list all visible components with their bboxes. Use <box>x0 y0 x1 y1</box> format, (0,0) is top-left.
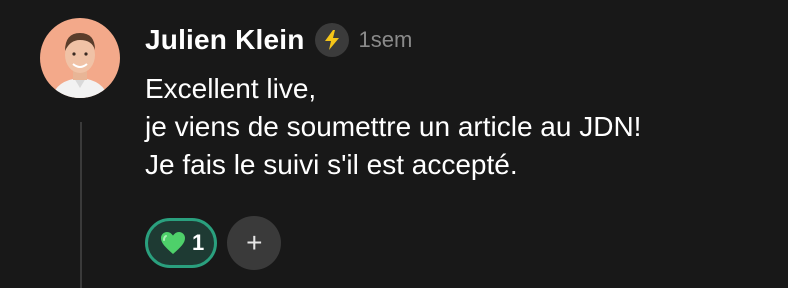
reaction-green-heart[interactable]: 1 <box>145 218 218 268</box>
reactions-bar: 1 + <box>145 216 282 270</box>
lightning-badge <box>314 23 349 57</box>
reaction-count: 1 <box>192 230 205 255</box>
author-name[interactable]: Julien Klein <box>145 24 305 56</box>
comment-line: Excellent live, <box>145 73 317 104</box>
thread-line <box>80 122 82 288</box>
plus-icon: + <box>246 227 263 258</box>
lightning-icon <box>324 30 339 50</box>
comment-header: Julien Klein 1sem <box>145 20 412 60</box>
comment-body: Excellent live, je viens de soumettre un… <box>145 70 641 184</box>
comment: Julien Klein 1sem Excellent live, je vie… <box>0 0 788 288</box>
comment-line: Je fais le suivi s'il est accepté. <box>145 149 518 180</box>
green-heart-icon <box>161 232 185 254</box>
add-reaction-button[interactable]: + <box>227 216 282 270</box>
avatar-image <box>40 18 120 98</box>
comment-line: je viens de soumettre un article au JDN! <box>145 111 642 142</box>
avatar[interactable] <box>40 18 120 98</box>
timestamp: 1sem <box>358 27 413 52</box>
